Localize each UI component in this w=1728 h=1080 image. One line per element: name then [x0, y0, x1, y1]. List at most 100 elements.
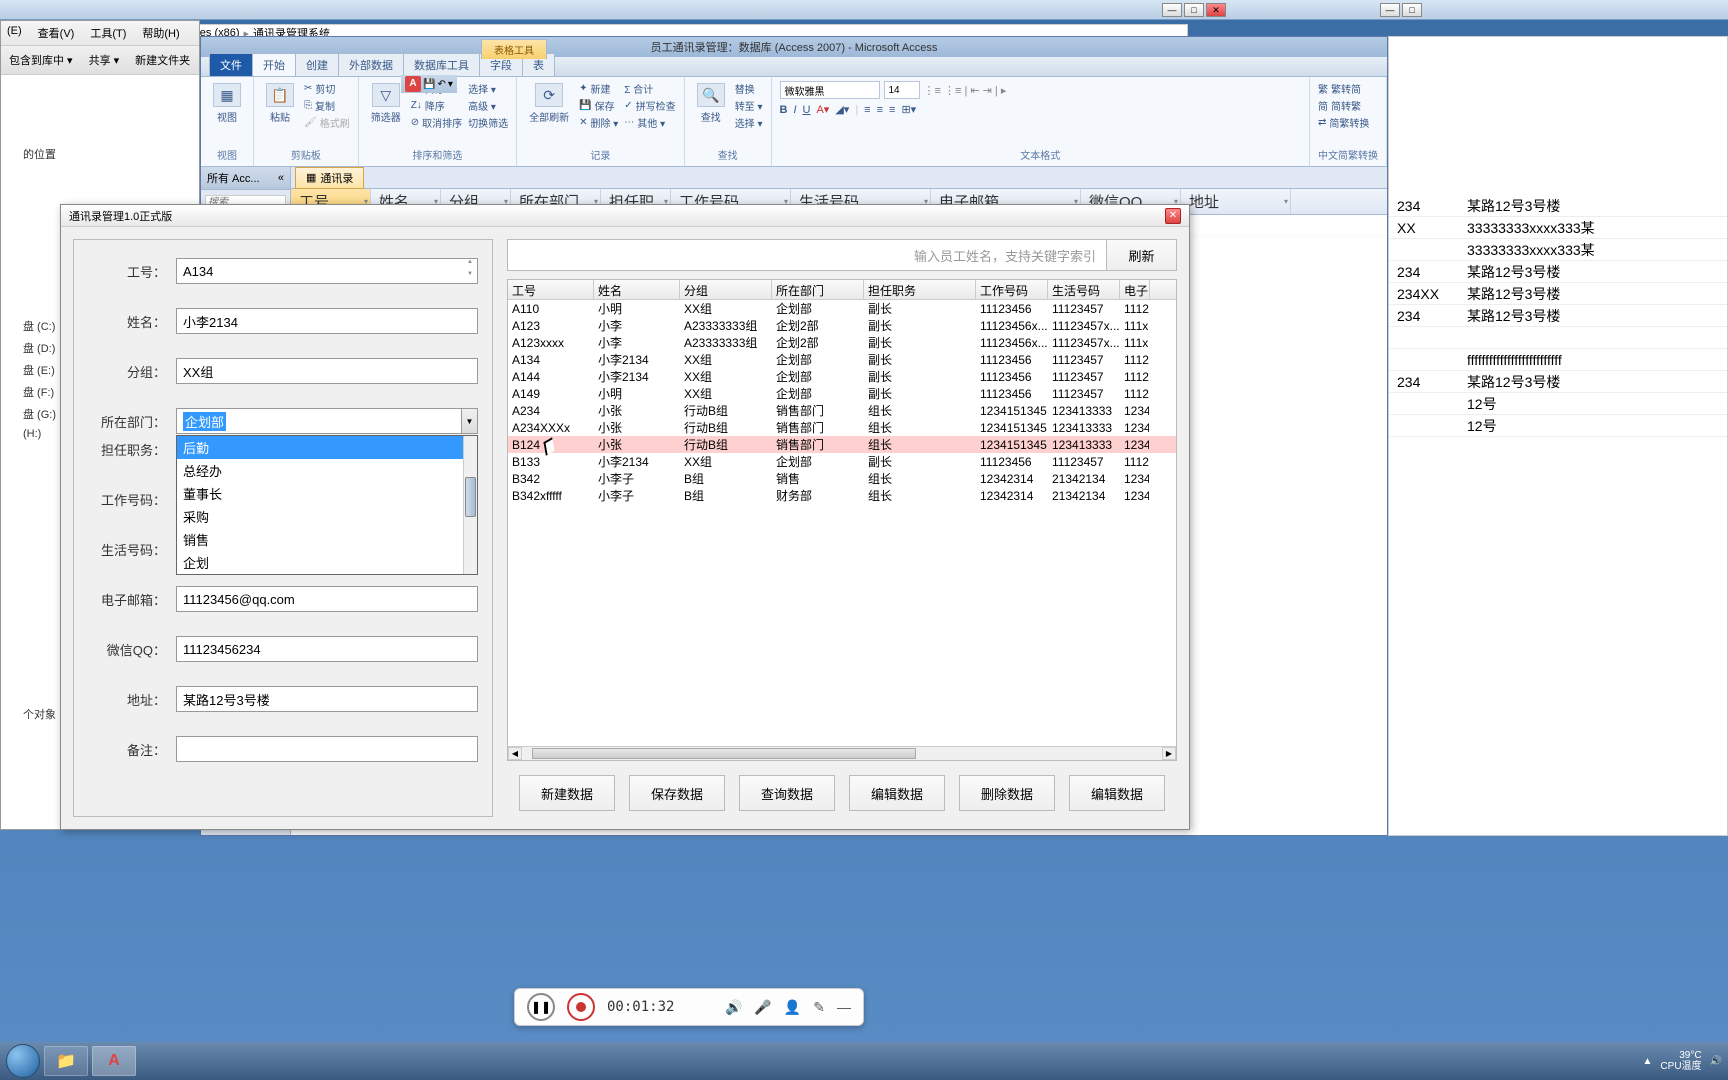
paste-button[interactable]: 📋粘贴: [262, 81, 298, 126]
chevron-down-icon[interactable]: ▼: [461, 409, 477, 433]
align-right-button[interactable]: ≡: [889, 104, 895, 116]
simp-to-trad-button[interactable]: 简 简转繁: [1318, 98, 1378, 113]
save-record-button[interactable]: 💾 保存: [579, 98, 618, 113]
grid-row[interactable]: A123xxxx小李A23333333组企划2部副长11123456x...11…: [508, 334, 1176, 351]
clear-sort-button[interactable]: ⊘ 取消排序: [411, 115, 462, 130]
maximize-button-2[interactable]: □: [1402, 3, 1422, 17]
delete-record-button[interactable]: ✕ 删除 ▾: [579, 115, 618, 130]
gridlines-button[interactable]: ⊞▾: [901, 103, 916, 116]
input-name[interactable]: 小李2134: [176, 308, 478, 334]
font-size-select[interactable]: 14: [884, 81, 920, 99]
minimize-button[interactable]: —: [1162, 3, 1182, 17]
input-email[interactable]: 11123456@qq.com: [176, 586, 478, 612]
grid-column-header[interactable]: 所在部门: [772, 280, 864, 299]
maximize-button[interactable]: □: [1184, 3, 1204, 17]
start-button[interactable]: [6, 1044, 40, 1078]
grid-row[interactable]: B133小李2134XX组企划部副长11123456111234571112: [508, 453, 1176, 470]
grid-column-header[interactable]: 电子: [1120, 280, 1150, 299]
system-tray[interactable]: ▲ 39°CCPU温度 🔊: [1643, 1050, 1722, 1072]
grid-row[interactable]: A123小李A23333333组企划2部副长11123456x...111234…: [508, 317, 1176, 334]
grid-row[interactable]: B342xfffff小李子B组财务部组长12342314213421341234: [508, 487, 1176, 504]
grid-row[interactable]: A149小明XX组企划部副长11123456111234571112: [508, 385, 1176, 402]
replace-button[interactable]: 替换: [735, 81, 763, 96]
dropdown-option[interactable]: 总经办: [177, 459, 477, 482]
grid-row[interactable]: B124小张行动B组销售部门组长12341513451234133331234: [508, 436, 1176, 453]
tab-dbtools[interactable]: 数据库工具: [403, 53, 480, 76]
speaker-icon[interactable]: 🔊: [725, 999, 742, 1016]
object-tab[interactable]: ▦通讯录: [295, 167, 364, 189]
fill-color-button[interactable]: ◢▾: [835, 103, 849, 116]
dropdown-option[interactable]: 后勤: [177, 436, 477, 459]
grid-row[interactable]: A234小张行动B组销售部门组长12341513451234133331234: [508, 402, 1176, 419]
dropdown-option[interactable]: 销售: [177, 528, 477, 551]
taskbar[interactable]: 📁 A ▲ 39°CCPU温度 🔊: [0, 1042, 1728, 1080]
more-button[interactable]: ⋯ 其他 ▾: [624, 115, 675, 130]
minimize-recorder-button[interactable]: —: [837, 999, 851, 1016]
explorer-toolbar[interactable]: 包含到库中 ▾ 共享 ▾ 新建文件夹: [1, 46, 199, 75]
find-button[interactable]: 🔍查找: [693, 81, 729, 126]
minimize-button-2[interactable]: —: [1380, 3, 1400, 17]
taskbar-access[interactable]: A: [92, 1046, 136, 1076]
action-button[interactable]: 新建数据: [519, 775, 615, 811]
font-color-button[interactable]: A▾: [816, 103, 829, 116]
action-button[interactable]: 删除数据: [959, 775, 1055, 811]
input-note[interactable]: [176, 736, 478, 762]
cut-button[interactable]: ✂ 剪切: [304, 81, 350, 96]
sort-desc-button[interactable]: Z↓ 降序: [411, 98, 462, 113]
grid-row[interactable]: A144小李2134XX组企划部副长11123456111234571112: [508, 368, 1176, 385]
refresh-button[interactable]: 刷新: [1107, 239, 1177, 271]
dept-dropdown[interactable]: 后勤总经办董事长采购销售企划生产第一部生产第二部: [176, 435, 478, 575]
grid-column-header[interactable]: 生活号码: [1048, 280, 1120, 299]
column-header[interactable]: 地址▾: [1181, 189, 1291, 214]
format-painter-button[interactable]: 🖌 格式刷: [304, 115, 350, 130]
tab-file[interactable]: 文件: [209, 53, 253, 76]
grid-row[interactable]: A110小明XX组企划部副长11123456111234571112: [508, 300, 1176, 317]
action-button[interactable]: 编辑数据: [1069, 775, 1165, 811]
selection-filter-button[interactable]: 选择 ▾: [468, 81, 508, 96]
dropdown-option[interactable]: 企划: [177, 551, 477, 574]
grid-column-header[interactable]: 担任职务: [864, 280, 976, 299]
copy-button[interactable]: ⎘ 复制: [304, 98, 350, 113]
grid-column-header[interactable]: 分组: [680, 280, 772, 299]
underline-button[interactable]: U: [803, 104, 811, 116]
explorer-menu[interactable]: (E) 查看(V) 工具(T) 帮助(H): [1, 21, 199, 46]
pen-icon[interactable]: ✎: [813, 999, 825, 1016]
grid-row[interactable]: B342小李子B组销售组长12342314213421341234: [508, 470, 1176, 487]
filter-button[interactable]: ▽筛选器: [367, 81, 405, 126]
new-record-button[interactable]: ✦ 新建: [579, 81, 618, 96]
dropdown-option[interactable]: 采购: [177, 505, 477, 528]
tab-external[interactable]: 外部数据: [338, 53, 404, 76]
view-button[interactable]: ▦视图: [209, 81, 245, 126]
input-group[interactable]: XX组: [176, 358, 478, 384]
toggle-filter-button[interactable]: 切换筛选: [468, 115, 508, 130]
goto-button[interactable]: 转至 ▾: [735, 98, 763, 113]
webcam-icon[interactable]: 👤: [784, 999, 801, 1016]
bold-button[interactable]: B: [780, 104, 788, 116]
action-button[interactable]: 查询数据: [739, 775, 835, 811]
action-button[interactable]: 编辑数据: [849, 775, 945, 811]
horizontal-scrollbar[interactable]: ◀▶: [508, 746, 1176, 760]
scrollbar-thumb[interactable]: [465, 477, 476, 517]
input-addr[interactable]: 某路12号3号楼: [176, 686, 478, 712]
grid-row[interactable]: A134小李2134XX组企划部副长11123456111234571112: [508, 351, 1176, 368]
screen-recorder-bar[interactable]: ❚❚ 00:01:32 🔊 🎤 👤 ✎ —: [514, 988, 864, 1026]
tab-create[interactable]: 创建: [295, 53, 339, 76]
data-grid[interactable]: 工号姓名分组所在部门担任职务工作号码生活号码电子 A110小明XX组企划部副长1…: [507, 279, 1177, 761]
close-button[interactable]: ✕: [1206, 3, 1226, 17]
combo-dept[interactable]: 企划部 ▼ 后勤总经办董事长采购销售企划生产第一部生产第二部: [176, 408, 478, 434]
font-select[interactable]: 微软雅黑: [780, 81, 880, 99]
align-left-button[interactable]: ≡: [864, 104, 870, 116]
grid-column-header[interactable]: 姓名: [594, 280, 680, 299]
action-button[interactable]: 保存数据: [629, 775, 725, 811]
convert-button[interactable]: ⇄ 简繁转换: [1318, 115, 1378, 130]
select-button[interactable]: 选择 ▾: [735, 115, 763, 130]
trad-to-simp-button[interactable]: 繁 繁转简: [1318, 81, 1378, 96]
italic-button[interactable]: I: [793, 104, 796, 116]
grid-row[interactable]: A234XXXx小张行动B组销售部门组长12341513451234133331…: [508, 419, 1176, 436]
input-wx[interactable]: 11123456234: [176, 636, 478, 662]
spellcheck-button[interactable]: ✓ 拼写检查: [624, 98, 675, 113]
search-input[interactable]: 输入员工姓名，支持关键字索引: [507, 239, 1107, 271]
mic-icon[interactable]: 🎤: [754, 999, 771, 1016]
grid-column-header[interactable]: 工作号码: [976, 280, 1048, 299]
dialog-close-button[interactable]: ✕: [1165, 208, 1181, 224]
